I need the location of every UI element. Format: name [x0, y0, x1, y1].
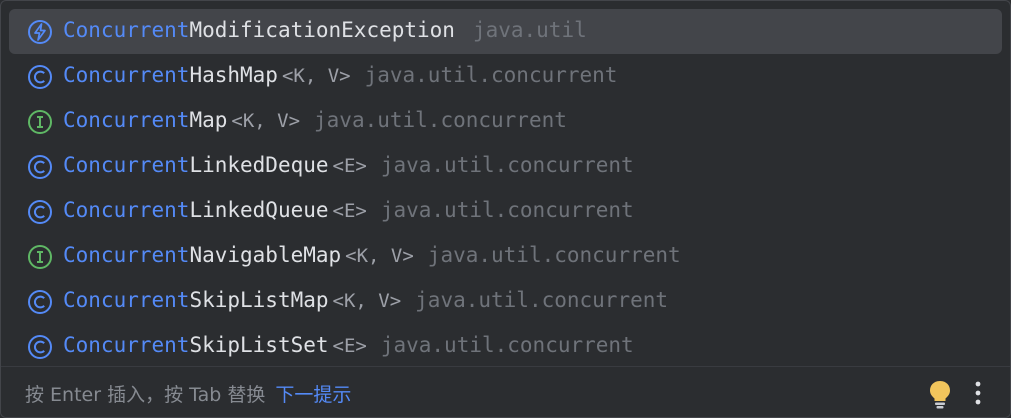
completion-item[interactable]: ConcurrentLinkedQueue <E> java.util.concur…: [1, 189, 1010, 234]
class-icon: [28, 335, 52, 359]
class-icon: [28, 290, 52, 314]
class-icon: [28, 200, 52, 224]
match-prefix: Concurrent: [63, 108, 190, 132]
completion-item[interactable]: ConcurrentLinkedDeque <E> java.util.concur…: [1, 144, 1010, 189]
class-name-rest: SkipListMap: [189, 288, 329, 312]
class-icon: [28, 155, 52, 179]
more-vertical-icon[interactable]: [967, 378, 989, 408]
match-prefix: Concurrent: [63, 63, 190, 87]
completion-text: ConcurrentSkipListMap <K, V> java.util.con…: [63, 288, 668, 312]
package-name: java.util.concurrent: [380, 153, 634, 177]
type-parameters: <E>: [332, 155, 367, 177]
lightbulb-icon[interactable]: [927, 379, 953, 409]
completion-text: ConcurrentLinkedQueue <E> java.util.concur…: [63, 198, 634, 222]
interface-icon: [28, 245, 52, 269]
completion-list: ConcurrentModificationException java.util…: [1, 9, 1010, 369]
package-name: java.util.concurrent: [380, 198, 634, 222]
type-parameters: <K, V>: [345, 245, 414, 267]
package-name: java.util.concurrent: [314, 108, 567, 132]
completion-item[interactable]: ConcurrentNavigableMap <K, V> java.util.co…: [1, 234, 1010, 279]
completion-item[interactable]: ConcurrentHashMap <K, V> java.util.concurr…: [1, 54, 1010, 99]
class-name-rest: SkipListSet: [189, 333, 329, 357]
package-name: java.util.concurrent: [380, 333, 634, 357]
completion-text: ConcurrentModificationException java.util: [63, 18, 587, 42]
lightning-icon: [28, 20, 52, 44]
package-name: java.util.concurrent: [427, 243, 681, 267]
next-tip-link[interactable]: 下一提示: [275, 384, 351, 406]
match-prefix: Concurrent: [63, 333, 190, 357]
class-name-rest: Map: [189, 108, 228, 132]
type-parameters: <E>: [332, 200, 367, 222]
class-name-rest: NavigableMap: [189, 243, 342, 267]
completion-item[interactable]: ConcurrentMap <K, V> java.util.concurrent: [1, 99, 1010, 144]
package-name: java.util.concurrent: [415, 288, 669, 312]
package-name: java.util.concurrent: [364, 63, 618, 87]
type-parameters: <K, V>: [281, 65, 351, 87]
completion-item[interactable]: ConcurrentSkipListMap <K, V> java.util.con…: [1, 279, 1010, 324]
class-name-rest: HashMap: [189, 63, 278, 87]
class-name-rest: LinkedQueue: [189, 198, 329, 222]
completion-text: ConcurrentNavigableMap <K, V> java.util.co…: [63, 243, 681, 267]
match-prefix: Concurrent: [63, 18, 190, 42]
footer-hint: 按 Enter 插入，按 Tab 替换 下一提示: [25, 380, 351, 407]
match-prefix: Concurrent: [63, 288, 190, 312]
type-parameters: <K, V>: [332, 290, 402, 312]
type-parameters: <E>: [332, 335, 367, 357]
match-prefix: Concurrent: [63, 153, 190, 177]
completion-popup: ConcurrentModificationException java.util…: [0, 0, 1011, 418]
completion-footer: 按 Enter 插入，按 Tab 替换 下一提示: [1, 366, 1010, 417]
completion-item[interactable]: ConcurrentModificationException java.util: [9, 9, 1002, 54]
class-icon: [28, 65, 52, 89]
completion-item[interactable]: ConcurrentSkipListSet <E> java.util.concur…: [1, 324, 1010, 369]
match-prefix: Concurrent: [63, 243, 190, 267]
completion-text: ConcurrentSkipListSet <E> java.util.concur…: [63, 333, 634, 357]
interface-icon: [28, 110, 52, 134]
hint-text: 按 Enter 插入，按 Tab 替换: [25, 384, 266, 406]
completion-text: ConcurrentHashMap <K, V> java.util.concurr…: [63, 63, 617, 87]
class-name-rest: ModificationException: [189, 18, 455, 42]
type-parameters: <K, V>: [231, 110, 301, 132]
class-name-rest: LinkedDeque: [189, 153, 329, 177]
package-name: java.util: [472, 18, 587, 42]
match-prefix: Concurrent: [63, 198, 190, 222]
completion-text: ConcurrentLinkedDeque <E> java.util.concur…: [63, 153, 634, 177]
completion-text: ConcurrentMap <K, V> java.util.concurrent: [63, 108, 567, 132]
